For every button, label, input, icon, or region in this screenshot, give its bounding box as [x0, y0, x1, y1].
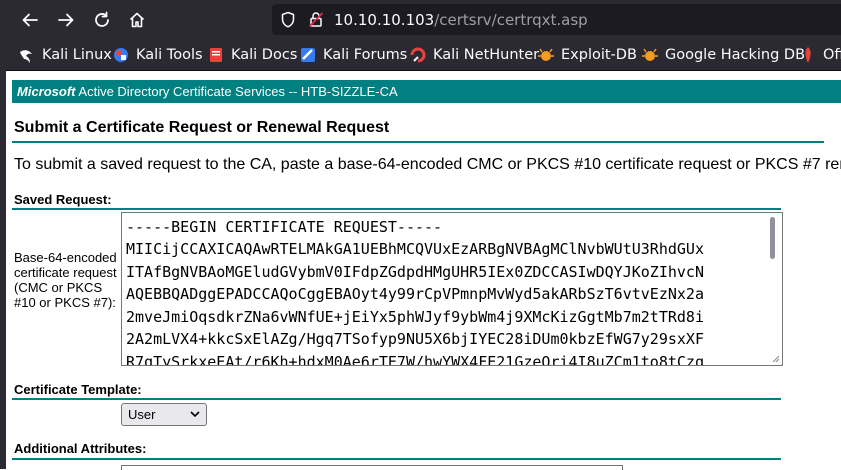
- request-line: AQEBBQADggEPADCCAQoCggEBAOyt4y99rCpVPmnp…: [126, 285, 704, 303]
- shield-icon[interactable]: [280, 11, 296, 28]
- url-text[interactable]: 10.10.10.103/certsrv/certrqxt.asp: [334, 11, 588, 29]
- bookmark-kali-linux[interactable]: Kali Linux: [18, 45, 112, 65]
- back-button[interactable]: [18, 8, 42, 32]
- header-brand: Microsoft: [17, 84, 76, 99]
- bookmark-kali-docs[interactable]: Kali Docs: [207, 45, 297, 65]
- left-window-edge: [0, 40, 6, 469]
- forward-button[interactable]: [54, 8, 78, 32]
- additional-attributes-label: Additional Attributes:: [14, 441, 147, 456]
- bookmark-label: Exploit-DB: [561, 47, 637, 63]
- kali-dragon-icon: [18, 46, 36, 64]
- certificate-template-label: Certificate Template:: [14, 382, 142, 397]
- base64-request-label: Base-64-encoded certificate request (CMC…: [14, 250, 117, 310]
- url-host: 10.10.10.103: [334, 11, 435, 29]
- saved-request-label: Saved Request:: [14, 192, 112, 207]
- home-icon: [129, 12, 145, 28]
- arrow-left-icon: [22, 13, 38, 27]
- home-button[interactable]: [125, 8, 149, 32]
- page-title: Submit a Certificate Request or Renewal …: [14, 119, 390, 136]
- bookmark-google-hacking-db[interactable]: Google Hacking DB: [641, 45, 805, 65]
- page-header-banner: Microsoft Active Directory Certificate S…: [12, 80, 841, 103]
- url-path: /certsrv/certrqxt.asp: [434, 11, 588, 29]
- intro-text: To submit a saved request to the CA, pas…: [14, 156, 841, 173]
- header-title: Active Directory Certificate Services --…: [78, 84, 398, 99]
- resize-grip-icon[interactable]: [772, 355, 780, 363]
- arrow-right-icon: [58, 13, 74, 27]
- template-selected-value: User: [128, 407, 156, 422]
- saved-request-divider: [12, 208, 781, 210]
- offsec-icon: [799, 46, 817, 64]
- request-line: 2A2mLVX4+kkcSxElAZg/Hgq7TSofyp9NU5X6bjIY…: [126, 330, 704, 348]
- bookmark-kali-nethunter[interactable]: Kali NetHunter: [409, 45, 539, 65]
- certificate-template-select[interactable]: User: [121, 403, 207, 426]
- bookmark-label: Kali NetHunter: [433, 47, 540, 63]
- kali-tools-icon: [112, 46, 130, 64]
- kali-nethunter-icon: [409, 46, 427, 64]
- request-line: 2mveJmiOqsdkrZNa6vWNfUE+jEiYx5phWJyf9ybW…: [126, 308, 704, 326]
- bookmark-label: Google Hacking DB: [665, 47, 806, 63]
- kali-docs-icon: [207, 46, 225, 64]
- kali-forums-icon: [299, 46, 317, 64]
- request-line: -----BEGIN CERTIFICATE REQUEST-----: [126, 218, 443, 236]
- reload-button[interactable]: [90, 8, 114, 32]
- bookmark-offsec[interactable]: Off: [799, 45, 841, 65]
- bookmarks-toolbar: Kali Linux Kali Tools Kali Docs Kali For…: [0, 40, 841, 71]
- bookmark-exploit-db[interactable]: Exploit-DB: [537, 45, 637, 65]
- additional-attributes-textarea[interactable]: [121, 465, 623, 470]
- request-line: MIICijCCAXICAQAwRTELMAkGA1UEBhMCQVUxEzAR…: [126, 240, 704, 258]
- chevron-down-icon: [190, 411, 200, 418]
- bookmark-label: Kali Docs: [231, 47, 298, 63]
- request-line: R7qTySrkxeEAt/r6Kh+hdxM0Ae6rTE7W/hwYWX4F…: [126, 353, 704, 366]
- address-bar[interactable]: 10.10.10.103/certsrv/certrqxt.asp: [272, 4, 841, 35]
- bookmark-kali-forums[interactable]: Kali Forums: [299, 45, 407, 65]
- insecure-lock-icon[interactable]: [308, 11, 324, 28]
- bookmark-label: Kali Tools: [136, 47, 203, 63]
- browser-toolbar: 10.10.10.103/certsrv/certrqxt.asp: [0, 0, 841, 40]
- certificate-request-textarea[interactable]: -----BEGIN CERTIFICATE REQUEST----- MIIC…: [121, 212, 783, 366]
- bookmark-label: Off: [823, 47, 841, 63]
- request-line: ITAfBgNVBAoMGEludGVybmV0IFdpZGdpdHMgUHR5…: [126, 263, 704, 281]
- exploit-db-icon: [537, 46, 555, 64]
- page-content: Microsoft Active Directory Certificate S…: [0, 71, 841, 470]
- ghdb-icon: [641, 46, 659, 64]
- attributes-divider: [12, 458, 781, 460]
- reload-icon: [95, 11, 109, 27]
- textarea-scrollbar[interactable]: [770, 217, 775, 259]
- bookmark-label: Kali Linux: [42, 47, 112, 63]
- template-divider: [12, 398, 781, 400]
- title-divider: [12, 141, 824, 143]
- bookmark-label: Kali Forums: [323, 47, 408, 63]
- bookmark-kali-tools[interactable]: Kali Tools: [112, 45, 203, 65]
